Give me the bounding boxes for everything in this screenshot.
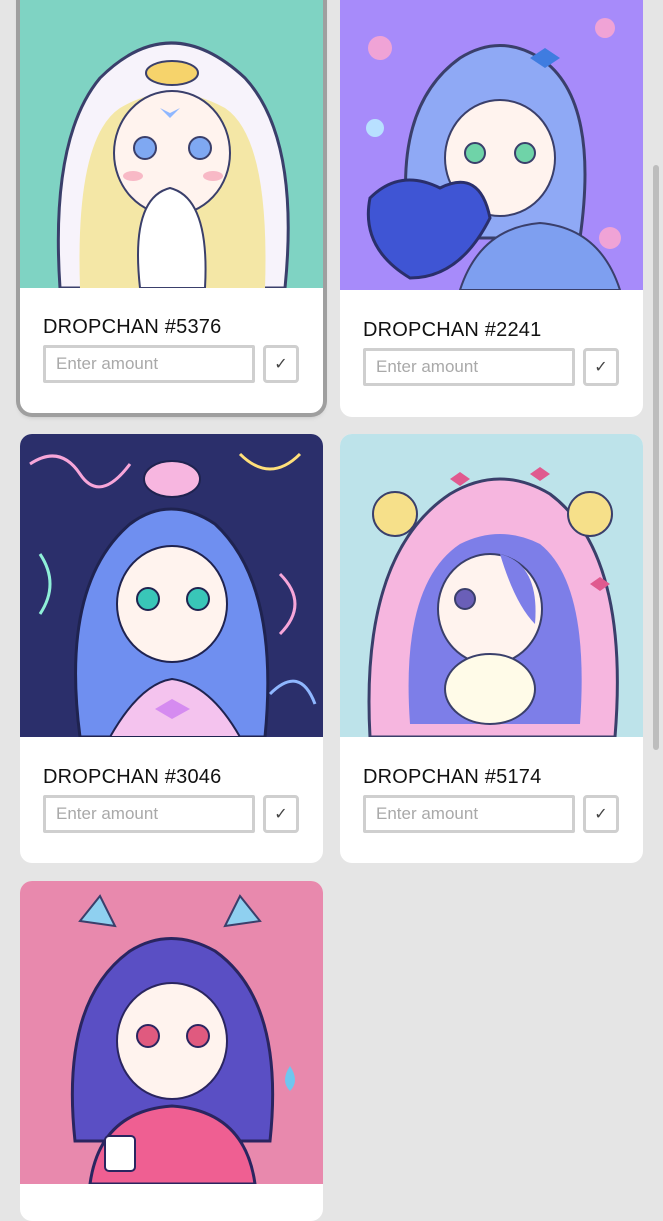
nft-title: DROPCHAN #5174 [363, 766, 542, 788]
nft-card[interactable]: DROPCHAN #3046 ✓ [20, 434, 323, 863]
confirm-button[interactable]: ✓ [583, 795, 619, 833]
nft-card[interactable]: DROPCHAN #5376 ✓ [20, 0, 323, 413]
confirm-button[interactable]: ✓ [263, 345, 299, 383]
scrollbar[interactable] [653, 165, 659, 750]
nft-title: DROPCHAN #2241 [363, 319, 542, 341]
checkmark-icon: ✓ [594, 359, 608, 376]
confirm-button[interactable]: ✓ [263, 795, 299, 833]
amount-input[interactable] [43, 795, 255, 833]
nft-title: DROPCHAN #5376 [43, 316, 222, 338]
nft-card[interactable]: DROPCHAN #5174 ✓ [340, 434, 643, 863]
confirm-button[interactable]: ✓ [583, 348, 619, 386]
nft-artwork [20, 881, 323, 1184]
amount-input[interactable] [363, 348, 575, 386]
checkmark-icon: ✓ [274, 806, 288, 823]
checkmark-icon: ✓ [594, 806, 608, 823]
nft-title: DROPCHAN #3046 [43, 766, 222, 788]
nft-card[interactable]: DROPCHAN #2241 ✓ [340, 0, 643, 417]
amount-input[interactable] [43, 345, 255, 383]
checkmark-icon: ✓ [274, 356, 288, 373]
nft-card[interactable] [20, 881, 323, 1221]
nft-artwork [340, 434, 643, 737]
amount-input[interactable] [363, 795, 575, 833]
nft-artwork [20, 434, 323, 737]
nft-artwork [20, 0, 323, 288]
nft-artwork [340, 0, 643, 290]
